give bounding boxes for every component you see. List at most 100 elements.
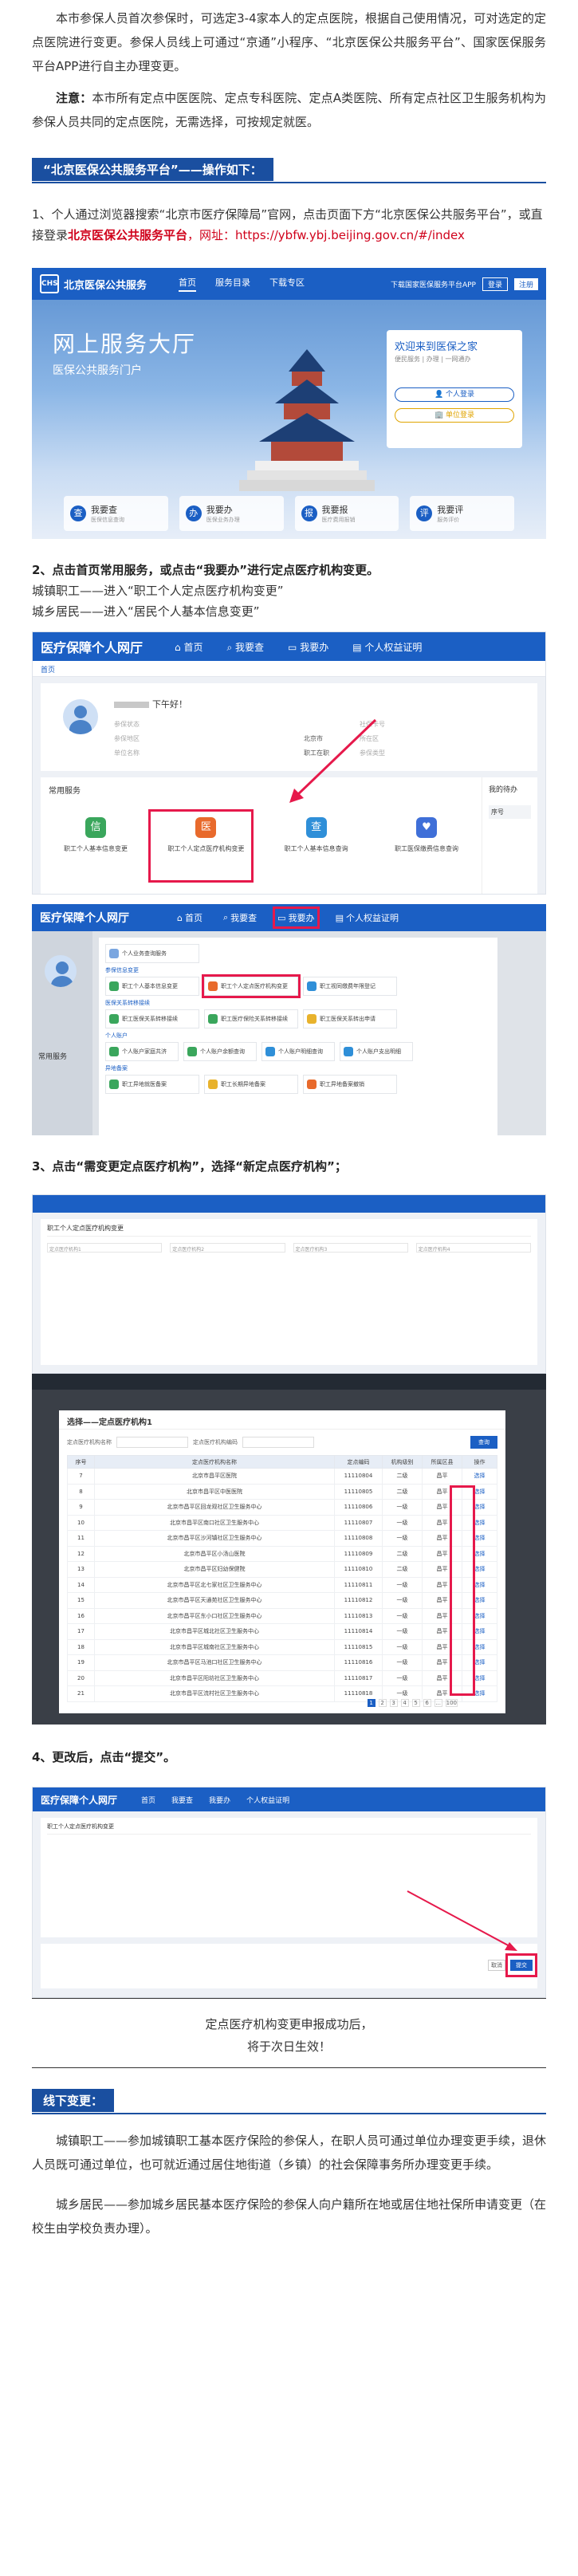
tile-handle[interactable]: 办 我要办 医保业务办理 [179, 496, 284, 531]
app-download-link[interactable]: 下载国家医保服务平台APP [391, 279, 476, 289]
table-cell: 12 [67, 1545, 95, 1562]
hall-nav-proof[interactable]: ▤ 个人权益证明 [352, 640, 422, 654]
table-cell: 一级 [382, 1592, 423, 1609]
menu-item[interactable]: 职工异地就医备案 [105, 1075, 199, 1094]
table-row: 7 北京市昌平区医院 11110804 二级 昌平 选择 [67, 1468, 497, 1485]
menu-item[interactable]: 个人账户支出明细 [340, 1042, 413, 1061]
menu-nav-query[interactable]: ⌕ 我要查 [223, 911, 257, 924]
tile-report[interactable]: 报 我要报 医疗费用报销 [294, 496, 399, 531]
menu-item[interactable]: 个人账户明细查询 [261, 1042, 335, 1061]
portal-nav-download[interactable]: 下载专区 [269, 276, 305, 292]
page-button[interactable]: 100 [445, 1699, 458, 1707]
menu-item[interactable]: 职工医保关系转出申请 [303, 1009, 397, 1028]
portal-nav-home[interactable]: 首页 [179, 276, 197, 292]
service-basic-info-change[interactable]: 信 职工个人基本信息变更 [49, 809, 143, 853]
menu-item[interactable]: 职工视同缴费年限登记 [303, 977, 397, 996]
table-row: 9 北京市昌平区回龙观社区卫生服务中心 11110806 一级 昌平 选择 [67, 1499, 497, 1516]
hospital-code-input[interactable] [242, 1437, 314, 1448]
page-button[interactable]: 2 [378, 1699, 387, 1707]
folder-icon: ▭ [277, 912, 286, 923]
page-button[interactable]: 4 [400, 1699, 409, 1707]
hall-nav-home[interactable]: ⌂ 首页 [175, 640, 202, 654]
table-row: 17 北京市昌平区城北社区卫生服务中心 11110814 一级 昌平 选择 [67, 1623, 497, 1640]
hall-nav-query[interactable]: ⌕ 我要查 [226, 640, 264, 654]
table-cell: 11110808 [334, 1530, 383, 1547]
page-button[interactable]: 3 [389, 1699, 398, 1707]
register-link[interactable]: 注册 [513, 277, 538, 290]
cancel-button[interactable]: 取消 [488, 1960, 505, 1971]
menu-item[interactable]: 职工长期异地备案 [204, 1075, 298, 1094]
page-button[interactable]: 6 [423, 1699, 431, 1707]
document-icon: ▤ [335, 912, 344, 923]
table-cell: 11110804 [334, 1468, 383, 1485]
tile-query[interactable]: 查 我要查 医保信息查询 [64, 496, 168, 531]
menu-nav-handle[interactable]: ▭ 我要办 [273, 907, 320, 929]
unit-login-button[interactable]: 🏢 单位登录 [395, 408, 514, 423]
section-online: “北京医保公共服务平台”——操作如下： [0, 158, 578, 185]
breadcrumb[interactable]: 首页 [33, 661, 545, 677]
personal-login-button[interactable]: 👤 个人登录 [395, 387, 514, 402]
step3-title: 3、点击“需变更定点医疗机构”，选择“新定点医疗机构”； [32, 1159, 347, 1174]
table-cell: 一级 [382, 1514, 423, 1531]
hospital-field-2[interactable]: 定点医疗机构2 [170, 1243, 285, 1253]
menu-item[interactable]: 职工个人基本信息变更 [105, 977, 199, 996]
service-basic-info-query[interactable]: 查 职工个人基本信息查询 [269, 809, 364, 853]
tile-evaluate[interactable]: 评 我要评 服务评价 [410, 496, 514, 531]
query-button[interactable]: 查询 [470, 1436, 497, 1449]
hospital-field-1[interactable]: 定点医疗机构1 [47, 1243, 163, 1253]
hall-nav-handle[interactable]: ▭ 我要办 [288, 640, 328, 654]
menu-nav-proof[interactable]: ▤ 个人权益证明 [336, 911, 399, 924]
table-cell: 北京市昌平区沙河镇社区卫生服务中心 [94, 1530, 335, 1547]
expense-icon [344, 1047, 353, 1056]
step1-text: 1、个人通过浏览器搜索“北京市医疗保障局”官网，点击页面下方“北京医保公共服务平… [32, 207, 543, 242]
handle-icon: 办 [185, 505, 202, 521]
platform-url[interactable]: ，网址：https://ybfw.ybj.beijing.gov.cn/#/in… [187, 228, 465, 242]
select-link[interactable]: 选择 [462, 1468, 497, 1485]
greeting: 下午好！ [114, 698, 187, 710]
menu-item[interactable]: 个人账户余额查询 [183, 1042, 257, 1061]
table-row: 11 北京市昌平区沙河镇社区卫生服务中心 11110808 一级 昌平 选择 [67, 1530, 497, 1547]
table-cell: 9 [67, 1499, 95, 1516]
hospital-field-3[interactable]: 定点医疗机构3 [293, 1243, 408, 1253]
submit-nav-query[interactable]: 我要查 [171, 1795, 193, 1805]
menu-item[interactable]: 职工异地备案撤销 [303, 1075, 397, 1094]
article-page: 本市参保人员首次参保时，可选定3-4家本人的定点医院，根据自己使用情况，可对选定… [0, 0, 578, 2576]
portal-header-right: 下载国家医保服务平台APP 登录 注册 [391, 277, 538, 291]
hospital-name-input[interactable] [116, 1437, 188, 1448]
section-online-heading: “北京医保公共服务平台”——操作如下： [32, 158, 273, 181]
menu-item[interactable]: 个人账户家庭共济 [105, 1042, 179, 1061]
submit-nav-home[interactable]: 首页 [141, 1795, 155, 1805]
portal-nav-catalog[interactable]: 服务目录 [215, 276, 250, 292]
menu-item-designated-hospital-change[interactable]: 职工个人定点医疗机构变更 [202, 974, 301, 998]
common-services-row: 信 职工个人基本信息变更 医 职工个人定点医疗机构变更 查 职工个人基本信息查询… [49, 809, 474, 853]
service-payment-query[interactable]: ♥ 职工医保缴费信息查询 [379, 809, 474, 853]
highlight-box [505, 1953, 537, 1977]
page-button[interactable]: 1 [367, 1699, 376, 1707]
page-button[interactable]: 5 [411, 1699, 420, 1707]
dimmed-header [32, 1374, 546, 1390]
table-row: 10 北京市昌平区南口社区卫生服务中心 11110807 一级 昌平 选择 [67, 1514, 497, 1531]
submit-nav-handle[interactable]: 我要办 [209, 1795, 230, 1805]
screenshot-portal-home: CHS 北京医保公共服务 首页 服务目录 下载专区 下载国家医保服务平台APP … [32, 268, 546, 539]
query-icon: 查 [305, 817, 327, 838]
table-cell: 11 [67, 1530, 95, 1547]
submit-nav-proof[interactable]: 个人权益证明 [246, 1795, 289, 1805]
menu-item[interactable]: 个人业务查询服务 [105, 944, 199, 963]
menu-item[interactable]: 职工医疗保险关系转移接续 [204, 1009, 298, 1028]
query-icon: 查 [70, 505, 86, 521]
user-icon: 👤 [434, 391, 446, 399]
menu-nav-home[interactable]: ⌂ 首页 [177, 911, 202, 924]
detail-icon [265, 1047, 275, 1056]
page-button[interactable]: ... [434, 1699, 442, 1707]
table-cell: 17 [67, 1623, 95, 1640]
table-cell: 20 [67, 1669, 95, 1686]
hall-brand: 医疗保障个人网厅 [41, 640, 144, 655]
login-link[interactable]: 登录 [482, 277, 508, 291]
table-cell: 北京市昌平区北七家社区卫生服务中心 [94, 1576, 335, 1593]
table-cell: 11110815 [334, 1638, 383, 1655]
hospital-field-4[interactable]: 定点医疗机构4 [415, 1243, 531, 1253]
menu-item[interactable]: 职工医保关系转移接续 [105, 1009, 199, 1028]
table-cell: 北京市昌平区马池口社区卫生服务中心 [94, 1654, 335, 1671]
result-line2: 将于次日生效！ [246, 2039, 331, 2054]
table-cell: 11110806 [334, 1499, 383, 1516]
